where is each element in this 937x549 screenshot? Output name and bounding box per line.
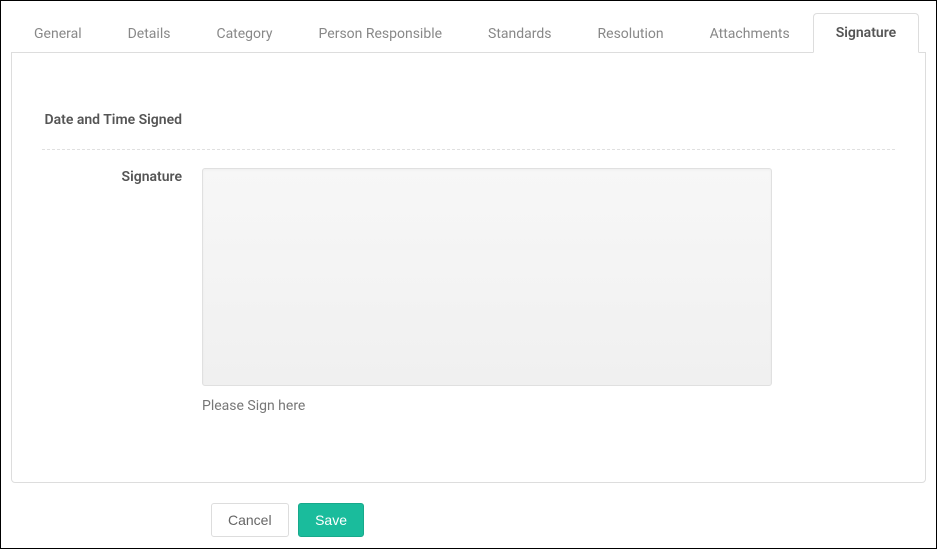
tab-signature[interactable]: Signature	[813, 13, 919, 53]
tab-attachments[interactable]: Attachments	[687, 14, 813, 53]
value-signature: Please Sign here	[202, 168, 895, 414]
signature-hint: Please Sign here	[202, 398, 895, 414]
tab-person-responsible[interactable]: Person Responsible	[296, 14, 466, 53]
cancel-button[interactable]: Cancel	[211, 503, 289, 537]
row-signature: Signature Please Sign here	[42, 150, 895, 432]
signature-pad[interactable]	[202, 168, 772, 386]
tab-category[interactable]: Category	[193, 14, 295, 53]
label-date-time-signed: Date and Time Signed	[42, 111, 202, 131]
label-signature: Signature	[42, 168, 202, 188]
tab-general[interactable]: General	[11, 14, 105, 53]
save-button[interactable]: Save	[298, 503, 364, 537]
tab-resolution[interactable]: Resolution	[575, 14, 687, 53]
row-date-time-signed: Date and Time Signed	[42, 93, 895, 150]
tab-content-signature: Date and Time Signed Signature Please Si…	[11, 52, 926, 483]
tab-bar: General Details Category Person Responsi…	[11, 11, 926, 53]
tab-details[interactable]: Details	[105, 14, 194, 53]
button-row: Cancel Save	[11, 503, 926, 537]
tab-standards[interactable]: Standards	[465, 14, 575, 53]
